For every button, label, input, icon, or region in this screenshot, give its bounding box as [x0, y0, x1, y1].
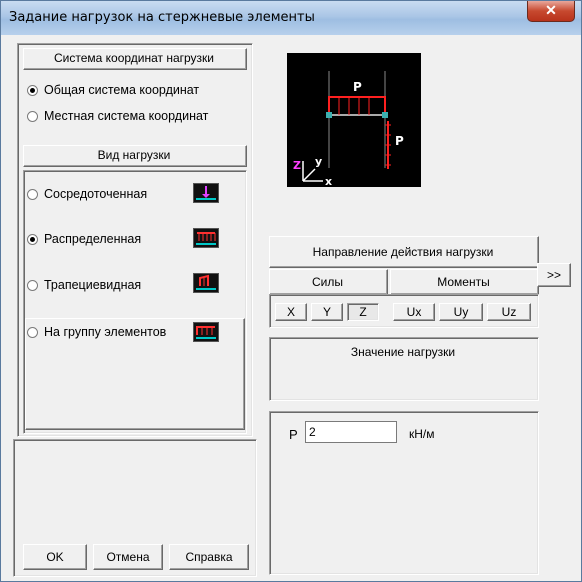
dialog-window: Задание нагрузок на стержневые элементы …	[0, 0, 582, 582]
moments-label: Моменты	[437, 275, 490, 289]
direction-header: Направление действия нагрузки	[269, 236, 539, 268]
moment-uz-button[interactable]: Uz	[487, 303, 531, 321]
axis-x-label: x	[325, 175, 332, 187]
radio-global-coords-dot[interactable]	[27, 84, 38, 96]
radio-global-coords[interactable]: Общая система координат	[27, 83, 199, 97]
title-bar[interactable]: Задание нагрузок на стержневые элементы …	[1, 1, 581, 35]
forces-header: Силы	[269, 269, 388, 295]
expand-button-label: >>	[546, 268, 561, 282]
ok-button[interactable]: OK	[23, 544, 87, 570]
distributed-load-icon	[193, 228, 219, 248]
radio-local-coords[interactable]: Местная система координат	[27, 109, 208, 123]
radio-group[interactable]: На группу элементов	[27, 325, 166, 339]
radio-distributed-dot[interactable]	[27, 233, 38, 245]
radio-concentrated-dot[interactable]	[27, 188, 38, 200]
p-value-label: P	[289, 427, 298, 442]
radio-trapezoidal[interactable]: Трапециевидная	[27, 278, 141, 292]
forces-label: Силы	[312, 275, 343, 289]
expand-button[interactable]: >>	[537, 263, 571, 287]
p-unit-label: кН/м	[409, 427, 435, 441]
radio-concentrated-label: Сосредоточенная	[44, 187, 148, 201]
moment-uy-button[interactable]: Uy	[439, 303, 483, 321]
value-header-box: Значение нагрузки	[269, 337, 539, 401]
concentrated-load-icon	[193, 183, 219, 203]
radio-global-coords-label: Общая система координат	[44, 83, 200, 97]
direction-header-label: Направление действия нагрузки	[312, 245, 494, 259]
cancel-button[interactable]: Отмена	[93, 544, 163, 570]
force-y-button[interactable]: Y	[311, 303, 343, 321]
value-header-label: Значение нагрузки	[350, 345, 456, 359]
load-type-header: Вид нагрузки	[23, 145, 247, 167]
force-z-button[interactable]: Z	[347, 303, 379, 321]
cancel-button-label: Отмена	[106, 550, 150, 564]
help-button[interactable]: Справка	[169, 544, 249, 570]
radio-distributed-label: Распределенная	[44, 232, 142, 246]
coord-system-header: Система координат нагрузки	[23, 48, 247, 70]
force-z-label: Z	[359, 305, 367, 319]
dialog-client: Система координат нагрузки Общая система…	[7, 35, 575, 577]
load-diagram: P P Z y x	[287, 53, 421, 188]
moment-uy-label: Uy	[453, 305, 469, 319]
force-y-label: Y	[322, 305, 331, 319]
radio-concentrated[interactable]: Сосредоточенная	[27, 187, 147, 201]
close-button[interactable]: ✕	[527, 1, 575, 22]
moment-uz-label: Uz	[501, 305, 517, 319]
load-type-header-label: Вид нагрузки	[97, 148, 171, 162]
moments-header: Моменты	[390, 269, 539, 295]
help-button-label: Справка	[185, 550, 233, 564]
diagram-p-top: P	[353, 80, 362, 94]
coord-system-header-label: Система координат нагрузки	[53, 51, 215, 65]
group-load-icon	[193, 322, 219, 342]
radio-group-dot[interactable]	[27, 326, 38, 338]
trapezoidal-load-icon	[193, 273, 219, 293]
p-value-input[interactable]: 2	[305, 421, 397, 443]
force-x-button[interactable]: X	[275, 303, 307, 321]
axis-z-label: Z	[293, 159, 301, 172]
radio-local-coords-label: Местная система координат	[44, 109, 209, 123]
moment-ux-label: Ux	[406, 305, 422, 319]
window-title: Задание нагрузок на стержневые элементы	[9, 10, 315, 25]
axis-y-label: y	[315, 155, 322, 168]
moment-ux-button[interactable]: Ux	[393, 303, 435, 321]
radio-group-label: На группу элементов	[44, 325, 167, 339]
radio-distributed[interactable]: Распределенная	[27, 232, 141, 246]
diagram-p-side: P	[395, 134, 404, 148]
radio-local-coords-dot[interactable]	[27, 110, 38, 122]
force-x-label: X	[286, 305, 295, 319]
ok-button-label: OK	[46, 550, 64, 564]
radio-trapezoidal-dot[interactable]	[27, 279, 38, 291]
radio-trapezoidal-label: Трапециевидная	[44, 278, 142, 292]
